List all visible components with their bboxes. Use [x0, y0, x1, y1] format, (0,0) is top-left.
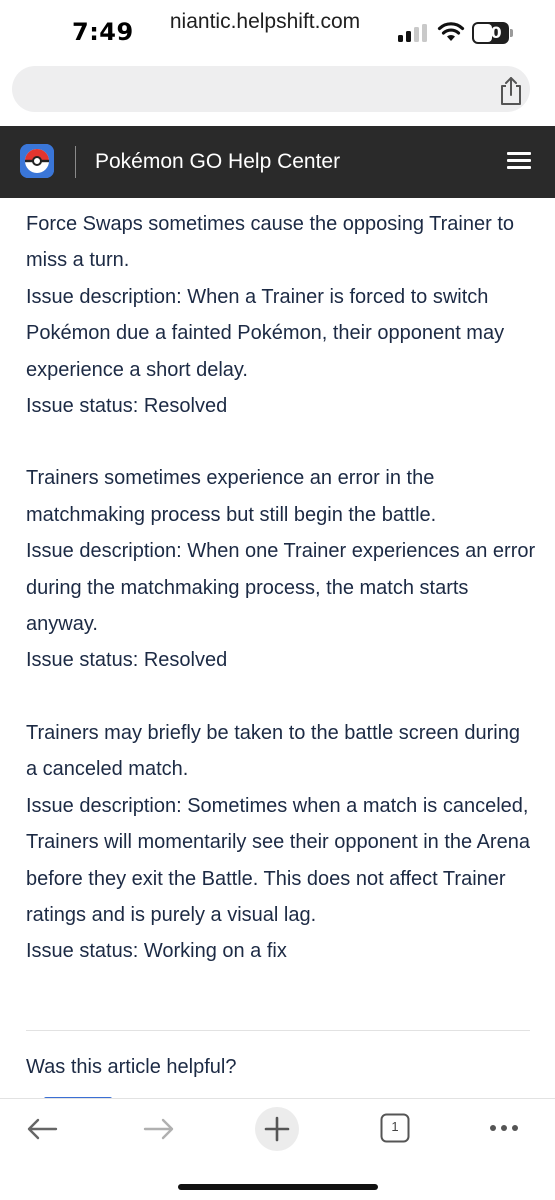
issue-description: Issue description: Sometimes when a matc… — [26, 794, 530, 926]
section-divider — [26, 1030, 530, 1031]
home-indicator — [178, 1184, 378, 1190]
new-tab-icon[interactable] — [254, 1106, 300, 1152]
issue-item: Trainers may briefly be taken to the bat… — [26, 715, 536, 970]
issue-description: Issue description: When one Trainer expe… — [26, 540, 536, 636]
helpful-question: Was this article helpful? — [26, 1056, 237, 1078]
article-body: Force Swaps sometimes cause the opposing… — [26, 206, 536, 1006]
issue-item: Force Swaps sometimes cause the opposing… — [26, 206, 536, 424]
issue-title: Trainers sometimes experience an error i… — [26, 467, 437, 526]
forward-arrow-icon[interactable] — [143, 1117, 175, 1141]
site-title[interactable]: Pokémon GO Help Center — [95, 150, 340, 174]
url-text[interactable]: niantic.helpshift.com — [0, 10, 530, 34]
issue-description: Issue description: When a Trainer is for… — [26, 285, 505, 381]
header-divider — [75, 146, 76, 178]
issue-title: Trainers may briefly be taken to the bat… — [26, 721, 520, 781]
share-icon[interactable] — [498, 76, 524, 106]
hamburger-menu-icon[interactable] — [507, 152, 531, 170]
more-icon[interactable] — [489, 1124, 519, 1132]
issue-status: Issue status: Resolved — [26, 395, 228, 418]
address-bar[interactable] — [12, 66, 530, 112]
tab-count: 1 — [391, 1119, 399, 1134]
issue-status: Issue status: Working on a fix — [26, 940, 287, 963]
issue-title: Force Swaps sometimes cause the opposing… — [26, 213, 515, 272]
back-arrow-icon[interactable] — [26, 1117, 58, 1141]
issue-item: Trainers sometimes experience an error i… — [26, 460, 536, 678]
pokeball-logo-icon[interactable] — [20, 144, 54, 178]
issue-status: Issue status: Resolved — [26, 649, 228, 672]
